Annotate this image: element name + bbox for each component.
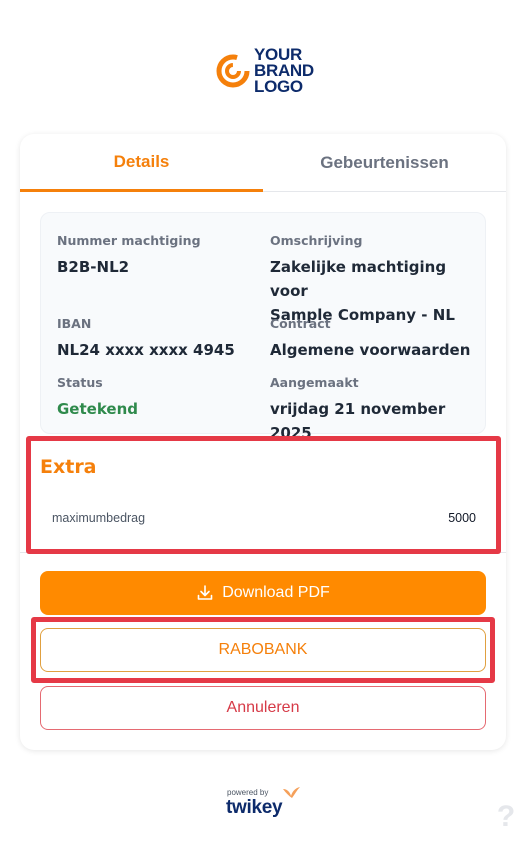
field-created: Aangemaakt vrijdag 21 november 2025 bbox=[270, 375, 485, 445]
field-iban: IBAN NL24 xxxx xxxx 4945 bbox=[57, 316, 235, 362]
download-icon bbox=[197, 585, 213, 600]
field-status: Status Getekend bbox=[57, 375, 138, 421]
cancel-button[interactable]: Annuleren bbox=[40, 686, 486, 730]
field-mandate-number: Nummer machtiging B2B-NL2 bbox=[57, 233, 201, 279]
twikey-wordmark: twikey bbox=[226, 797, 283, 818]
bank-highlight-outline bbox=[31, 617, 495, 683]
help-icon[interactable]: ? bbox=[494, 800, 518, 834]
field-label: Omschrijving bbox=[270, 233, 363, 248]
field-value: B2B-NL2 bbox=[57, 258, 130, 276]
extra-highlight-outline bbox=[26, 436, 501, 554]
details-panel: Nummer machtiging B2B-NL2 Omschrijving Z… bbox=[40, 212, 486, 442]
status-value: Getekend bbox=[57, 400, 138, 418]
field-label: IBAN bbox=[57, 316, 92, 331]
tab-details[interactable]: Details bbox=[20, 134, 263, 192]
field-value: NL24 xxxx xxxx 4945 bbox=[57, 341, 235, 359]
field-label: Contract bbox=[270, 316, 331, 331]
field-value: Algemene voorwaarden bbox=[270, 341, 471, 359]
tab-bar: Details Gebeurtenissen bbox=[20, 134, 506, 192]
field-label: Aangemaakt bbox=[270, 375, 359, 390]
powered-by-label: powered by bbox=[227, 788, 269, 797]
twikey-bird-icon bbox=[283, 787, 300, 798]
download-pdf-label: Download PDF bbox=[222, 584, 330, 601]
field-label: Nummer machtiging bbox=[57, 233, 201, 248]
download-pdf-button[interactable]: Download PDF bbox=[40, 571, 486, 615]
brand-logo: YOUR BRAND LOGO bbox=[216, 42, 316, 100]
field-contract: Contract Algemene voorwaarden bbox=[270, 316, 470, 362]
field-label: Status bbox=[57, 375, 103, 390]
field-description: Omschrijving Zakelijke machtiging voor S… bbox=[270, 233, 485, 327]
brand-logo-icon bbox=[216, 54, 250, 88]
brand-logo-text: YOUR BRAND LOGO bbox=[254, 45, 314, 96]
tab-gebeurtenissen[interactable]: Gebeurtenissen bbox=[263, 134, 506, 192]
powered-by-twikey[interactable]: powered by twikey bbox=[226, 787, 306, 822]
